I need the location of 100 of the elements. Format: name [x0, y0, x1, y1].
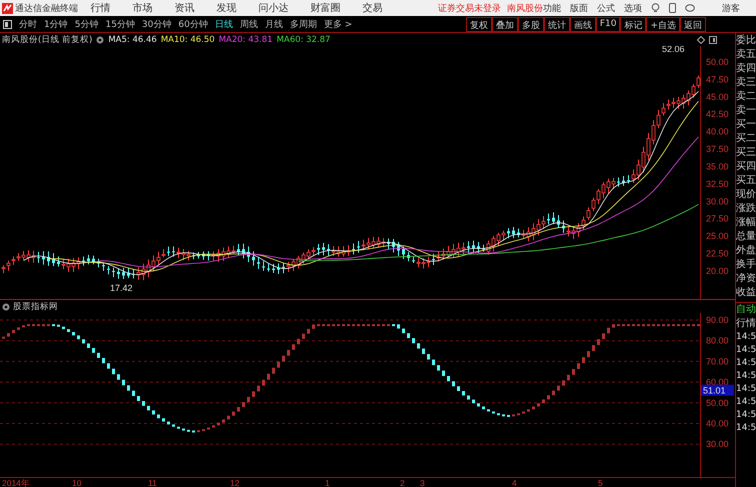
indicator-axis-label: 30.00 — [706, 439, 729, 450]
toolbar-button[interactable]: 叠加 — [492, 16, 518, 32]
app-title: 通达信金融终端 — [15, 2, 78, 14]
date-axis-label: 5 — [598, 478, 603, 487]
stock-name: 南风股份 — [507, 2, 543, 14]
high-price-label: 52.06 — [662, 46, 685, 54]
toolbar-button[interactable]: 复权 — [466, 16, 492, 32]
toolbar-button[interactable]: 多股 — [518, 16, 544, 32]
toolbar-button[interactable]: 统计 — [544, 16, 570, 32]
price-axis-label: 45.00 — [706, 92, 729, 102]
period-tab[interactable]: 30分钟 — [142, 18, 172, 30]
toolbar-button[interactable]: +自选 — [646, 16, 680, 32]
chat-icon[interactable] — [685, 4, 695, 12]
indicator-axis-label: 40.00 — [706, 418, 729, 428]
quote-label: 卖二 — [736, 90, 756, 104]
price-axis-label: 22.50 — [706, 248, 729, 259]
indicator-axis-label: 70.00 — [706, 356, 729, 366]
menu-item[interactable]: 市场 — [132, 1, 153, 15]
chart-title: 南风股份(日线 前复权) — [2, 34, 92, 46]
trade-time: 14:5 — [736, 396, 756, 409]
indicator-axis-label: 90.00 — [706, 315, 729, 325]
date-axis-label: 11 — [148, 478, 157, 487]
ma-value: MA20: 43.81 — [218, 34, 273, 44]
period-tab[interactable]: 1分钟 — [44, 18, 68, 30]
period-tab[interactable]: 更多 > — [324, 18, 352, 30]
date-axis-label: 12 — [230, 478, 240, 487]
price-axis-label: 25.00 — [706, 231, 729, 242]
menu-item[interactable]: 资讯 — [174, 1, 195, 15]
ma-value: MA10: 46.50 — [160, 34, 215, 44]
period-tab[interactable]: 60分钟 — [178, 18, 208, 30]
login-status[interactable]: 证券交易未登录 — [438, 2, 501, 14]
menu-item[interactable]: 发现 — [216, 1, 237, 15]
period-tab[interactable]: 月线 — [264, 18, 283, 30]
trade-time: 14:5 — [736, 409, 756, 422]
phone-icon[interactable] — [669, 3, 676, 13]
quote-label: 卖三 — [736, 76, 756, 90]
quote-label: 涨幅 — [736, 216, 756, 230]
ma-value: MA5: 46.46 — [108, 34, 157, 44]
quote-label: 卖五 — [736, 48, 756, 62]
app-logo-icon — [2, 2, 13, 14]
ma-value: MA60: 32.87 — [276, 34, 330, 44]
current-value-label: 51.01 — [701, 384, 734, 396]
toolbar-button[interactable]: F10 — [596, 16, 620, 32]
toolbar-button[interactable]: 返回 — [680, 16, 706, 32]
quote-label: 总量 — [736, 230, 756, 244]
quote-label: 买四 — [736, 160, 756, 174]
period-tab[interactable]: 分时 — [19, 18, 37, 30]
menu-item[interactable]: 财富圈 — [310, 1, 341, 15]
date-axis-label: 2014年 — [2, 478, 30, 487]
price-axis-label: 37.50 — [706, 144, 729, 154]
price-axis-label: 27.50 — [706, 214, 729, 224]
indicator-title: 股票指标网 — [13, 300, 58, 312]
menu-item[interactable]: 版面 — [570, 2, 588, 14]
menu-item[interactable]: 行情 — [90, 1, 111, 15]
quote-tab[interactable]: 行情 — [736, 317, 756, 331]
period-tab[interactable]: 日线 — [214, 18, 233, 30]
panel-toggle-icon[interactable] — [3, 20, 12, 28]
menu-item[interactable]: 问小达 — [258, 1, 289, 15]
date-axis-label: 2 — [400, 478, 405, 487]
mode-label[interactable]: 自动 — [736, 303, 756, 317]
quote-label: 委比 — [736, 34, 756, 48]
trade-time: 14:5 — [736, 357, 756, 370]
indicator-axis-label: 60.00 — [706, 377, 729, 388]
price-axis-label: 30.00 — [706, 196, 729, 206]
trade-time: 14:5 — [736, 331, 756, 344]
quote-label: 净资 — [736, 272, 756, 286]
bulb-icon[interactable] — [651, 3, 660, 13]
settings-icon[interactable] — [2, 302, 10, 310]
window-icon[interactable] — [709, 36, 717, 44]
quote-label: 卖四 — [736, 62, 756, 76]
quote-label: 买一 — [736, 118, 756, 132]
period-tab[interactable]: 周线 — [240, 18, 258, 30]
menu-item[interactable]: 公式 — [597, 2, 615, 14]
menu-item[interactable]: 选项 — [624, 2, 642, 14]
toolbar-button[interactable]: 标记 — [620, 16, 646, 32]
trade-time: 14:5 — [736, 383, 756, 396]
menu-item[interactable]: 交易 — [362, 1, 383, 15]
quote-label: 现价 — [736, 188, 756, 202]
price-axis-label: 20.00 — [706, 266, 729, 276]
price-axis-label: 32.50 — [706, 178, 729, 189]
quote-label: 收益 — [736, 286, 756, 300]
period-tab[interactable]: 5分钟 — [74, 18, 98, 30]
trade-time: 14:5 — [736, 370, 756, 383]
indicator-axis-label: 50.00 — [706, 398, 729, 408]
low-price-label: 17.42 — [110, 283, 133, 293]
quote-label: 买三 — [736, 146, 756, 160]
period-tab[interactable]: 15分钟 — [105, 18, 135, 30]
quote-label: 卖一 — [736, 104, 756, 118]
trade-time: 14:5 — [736, 344, 756, 357]
date-axis-label: 3 — [420, 478, 425, 487]
quote-label: 换手 — [736, 258, 756, 272]
date-axis-label: 1 — [325, 478, 330, 487]
trade-time: 14:5 — [736, 422, 756, 435]
period-tab[interactable]: 多周期 — [290, 18, 317, 30]
toolbar-button[interactable]: 画线 — [570, 16, 596, 32]
diamond-icon[interactable] — [697, 36, 705, 44]
settings-icon[interactable] — [96, 36, 104, 44]
date-axis-label: 10 — [72, 478, 82, 487]
user-name[interactable]: 游客 — [722, 2, 740, 14]
menu-item[interactable]: 功能 — [543, 2, 561, 14]
